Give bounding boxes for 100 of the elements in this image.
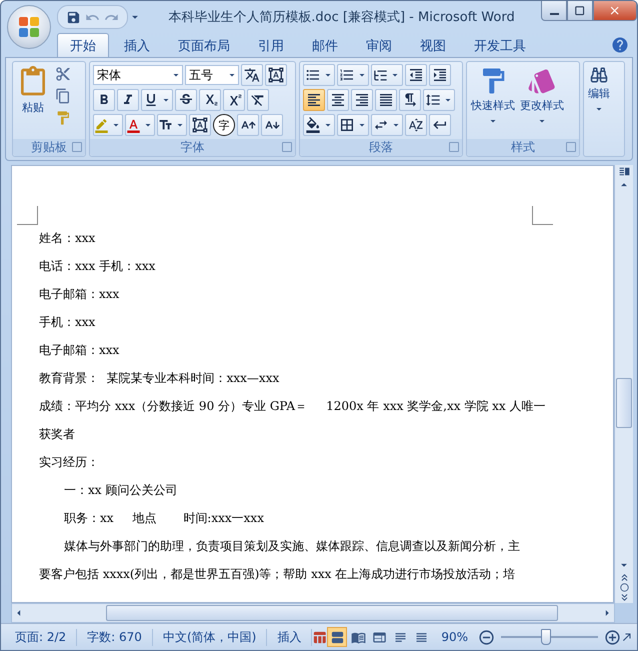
character-shading-button[interactable] <box>189 114 211 136</box>
scroll-thumb[interactable] <box>106 605 558 621</box>
superscript-button[interactable] <box>223 89 245 111</box>
document-text: 实习经历： <box>39 454 100 470</box>
document-text: 电话：xxx 手机：xxx <box>39 258 156 274</box>
page-count[interactable]: 页面: 2/2 <box>5 628 78 646</box>
line-spacing-button[interactable] <box>423 89 455 111</box>
numbering-icon <box>338 67 354 83</box>
bullets-button[interactable] <box>303 64 335 86</box>
previous-page-icon <box>618 572 630 583</box>
scroll-thumb[interactable] <box>616 378 632 428</box>
vertical-scrollbar[interactable] <box>614 165 633 603</box>
language-status[interactable]: 中文(简体，中国) <box>152 628 268 646</box>
document-text: 姓名：xxx <box>39 230 96 246</box>
browse-object-icon <box>620 583 628 592</box>
font-color-button[interactable] <box>125 114 155 136</box>
zoom-level[interactable]: 90% <box>431 630 478 644</box>
minimize-button[interactable] <box>541 1 567 21</box>
subscript-button[interactable] <box>199 89 221 111</box>
underline-button[interactable] <box>141 89 173 111</box>
close-button[interactable] <box>593 1 637 21</box>
paste-button[interactable]: 粘贴 <box>16 64 50 137</box>
ruler-toggle-icon <box>618 165 630 178</box>
office-button[interactable] <box>7 5 51 49</box>
align-center-icon <box>330 92 346 108</box>
shrink-font-button[interactable] <box>261 114 283 136</box>
document-text: 职务：xx 地点 时间:xxx一xxx <box>63 510 265 526</box>
decrease-indent-button[interactable] <box>405 64 427 86</box>
crop-mark <box>17 206 38 225</box>
zoom-slider-thumb[interactable] <box>540 629 551 645</box>
quick-styles-button[interactable]: 快速样式 <box>470 64 516 137</box>
ribbon-tab[interactable]: 开发工具 <box>461 33 539 57</box>
binoculars-icon <box>590 66 608 84</box>
group-label: 段落 <box>369 139 393 156</box>
align-right-button[interactable] <box>351 89 373 111</box>
document-text: 要客户包括 xxxx(列出，都是世界五百强)等；帮助 xxx 在上海成功进行市场投放活动；培 <box>39 566 516 582</box>
align-center-button[interactable] <box>327 89 349 111</box>
font-size-field[interactable]: 五号 <box>185 65 239 85</box>
document-text: 电子邮箱：xxx <box>39 342 120 358</box>
italic-button[interactable] <box>117 89 139 111</box>
ribbon-tab[interactable]: 页面布局 <box>165 33 243 57</box>
multilevel-list-icon <box>373 68 388 82</box>
multilevel-list-button[interactable] <box>371 64 403 86</box>
numbering-button[interactable] <box>337 64 369 86</box>
phonetic-guide-button[interactable] <box>241 64 263 86</box>
help-button[interactable] <box>611 36 629 54</box>
ribbon-tab[interactable]: 视图 <box>407 33 459 57</box>
sort-icon <box>408 117 424 133</box>
word-count[interactable]: 字数: 670 <box>77 628 153 646</box>
show-marks-button[interactable] <box>429 114 451 136</box>
zoom-in-icon <box>604 628 621 646</box>
ribbon-tab[interactable]: 引用 <box>245 33 297 57</box>
print-layout-button[interactable] <box>327 627 348 647</box>
shading-icon <box>304 117 320 133</box>
document-text: 教育背景： 某院某专业本科时间：xxx—xxx <box>39 370 280 386</box>
increase-indent-icon <box>432 67 448 83</box>
next-page-icon <box>618 592 630 603</box>
maximize-button[interactable] <box>567 1 593 21</box>
window-title: 本科毕业生个人简历模板.doc [兼容模式] - Microsoft Word <box>167 9 516 26</box>
group-label: 剪贴板 <box>31 139 67 156</box>
font-name-field[interactable]: 宋体 <box>93 65 183 85</box>
ribbon-tab[interactable]: 邮件 <box>299 33 351 57</box>
change-styles-button[interactable]: 更改样式 <box>519 64 565 137</box>
distribute-button[interactable] <box>399 89 421 111</box>
grow-font-button[interactable] <box>237 114 259 136</box>
zoom-out-icon <box>478 628 495 646</box>
ribbon-tab[interactable]: 开始 <box>57 33 109 57</box>
strikethrough-button[interactable] <box>175 89 197 111</box>
save-icon <box>66 10 81 24</box>
resize-grip-icon <box>621 631 633 643</box>
web-layout-icon <box>372 630 387 644</box>
align-left-button[interactable] <box>303 89 325 111</box>
borders-button[interactable] <box>337 114 369 136</box>
align-left-icon <box>306 92 322 108</box>
horizontal-scrollbar[interactable] <box>11 603 615 623</box>
ribbon-tab[interactable]: 插入 <box>111 33 163 57</box>
shading-button[interactable] <box>303 114 335 136</box>
chinese-layout-button[interactable] <box>371 114 403 136</box>
character-border-button[interactable] <box>265 64 287 86</box>
bold-button[interactable] <box>93 89 115 111</box>
group-label: 字体 <box>180 139 204 156</box>
change-case-button[interactable] <box>157 114 187 136</box>
ribbon-tab[interactable]: 审阅 <box>353 33 405 57</box>
sort-button[interactable] <box>405 114 427 136</box>
copy-icon <box>55 88 71 104</box>
enclose-characters-button[interactable]: 字 <box>213 114 235 136</box>
line-spacing-icon <box>424 92 440 108</box>
document-text: 成绩：平均分 xxx（分数接近 90 分）专业 GPA＝ 1200x 年 xxx 奖学金,xx 学院 xx 人唯一 <box>39 398 547 414</box>
highlighter-icon <box>94 118 109 132</box>
help-icon <box>611 36 629 54</box>
group-label: 样式 <box>511 139 535 156</box>
increase-indent-button[interactable] <box>429 64 451 86</box>
justify-icon <box>378 92 394 108</box>
office-logo-icon <box>17 15 41 39</box>
insert-mode[interactable]: 插入 <box>267 628 312 646</box>
document-text: 获奖者 <box>39 426 76 442</box>
bullets-icon <box>304 67 320 83</box>
clear-formatting-button[interactable] <box>247 89 269 111</box>
justify-button[interactable] <box>375 89 397 111</box>
document-text: 手机：xxx <box>39 314 96 330</box>
